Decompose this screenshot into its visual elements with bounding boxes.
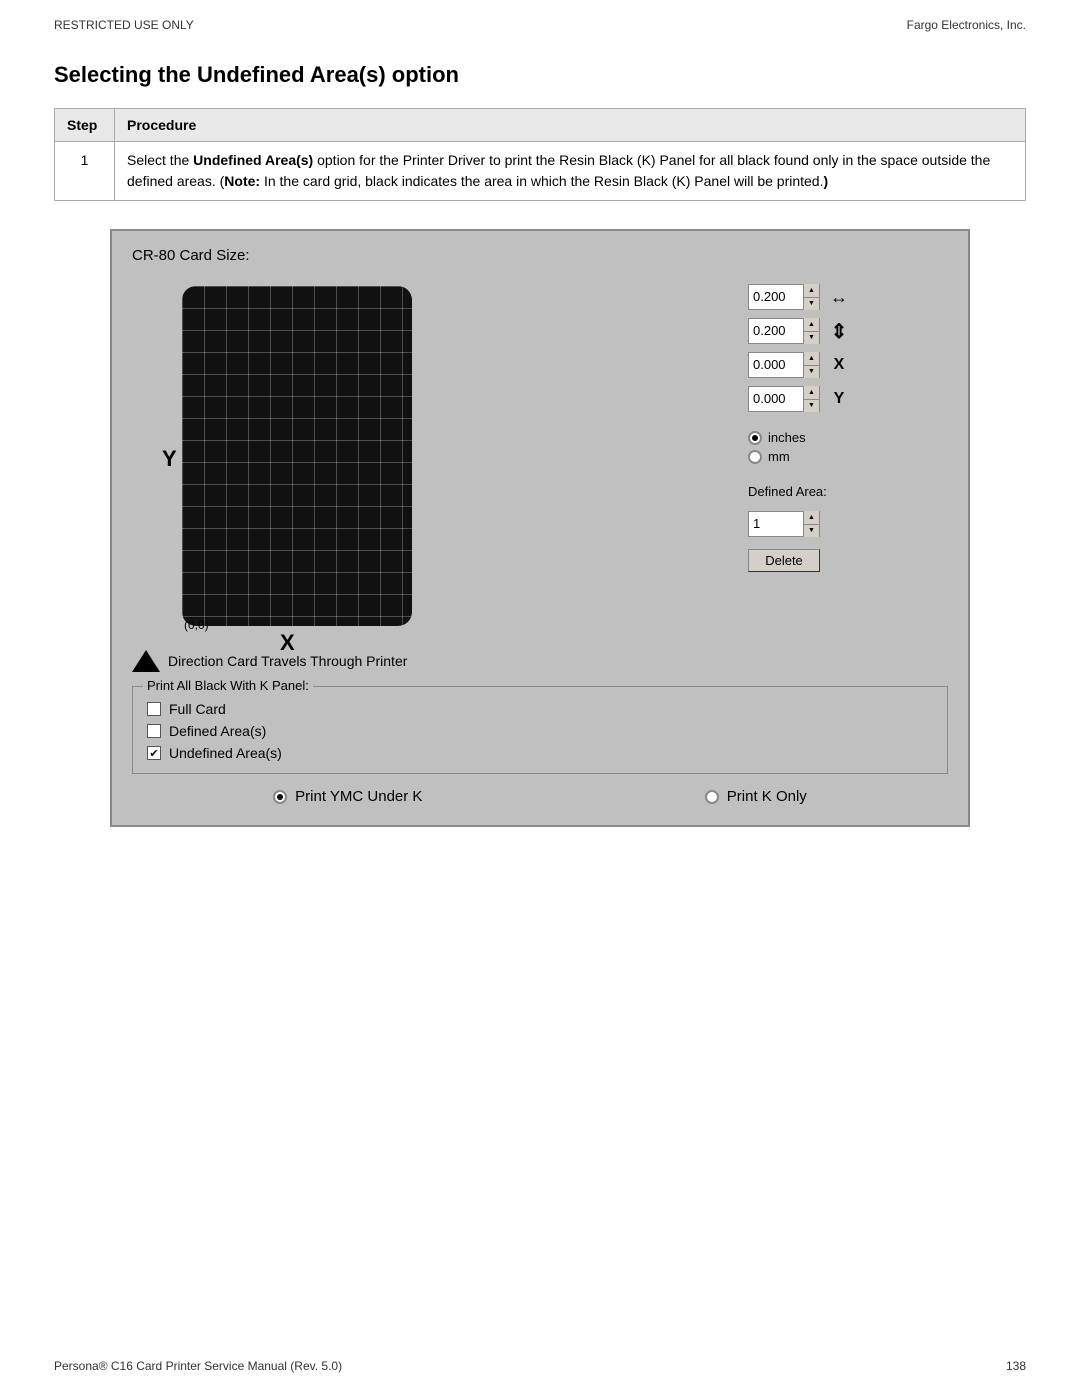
defined-areas-label: Defined Area(s) bbox=[169, 723, 266, 739]
ui-screenshot-box: CR-80 Card Size: Y X (0,0) Direction Car… bbox=[110, 229, 970, 827]
step-procedure: Select the Undefined Area(s) option for … bbox=[115, 142, 1026, 201]
height-spinbox-row: 0.200 ▲ ▼ ⇕ bbox=[748, 318, 948, 344]
height-down-btn[interactable]: ▼ bbox=[804, 332, 819, 345]
print-k-only-radio-btn[interactable] bbox=[705, 790, 719, 804]
defined-area-down-btn[interactable]: ▼ bbox=[804, 525, 819, 538]
width-spinbox-arrows[interactable]: ▲ ▼ bbox=[803, 284, 819, 310]
table-row: 1 Select the Undefined Area(s) option fo… bbox=[55, 142, 1026, 201]
page-title: Selecting the Undefined Area(s) option bbox=[54, 62, 1026, 88]
undefined-areas-label: Undefined Area(s) bbox=[169, 745, 282, 761]
defined-areas-checkbox[interactable] bbox=[147, 724, 161, 738]
defined-area-label: Defined Area: bbox=[748, 484, 948, 499]
width-value: 0.200 bbox=[749, 284, 803, 310]
print-ymc-label: Print YMC Under K bbox=[295, 788, 422, 805]
print-ymc-radio-btn[interactable] bbox=[273, 790, 287, 804]
direction-row: Direction Card Travels Through Printer bbox=[132, 650, 728, 672]
x-icon: X bbox=[826, 356, 852, 374]
defined-areas-checkbox-row[interactable]: Defined Area(s) bbox=[147, 723, 933, 739]
x-spinbox-arrows[interactable]: ▲ ▼ bbox=[803, 352, 819, 378]
x-spinbox[interactable]: 0.000 ▲ ▼ bbox=[748, 352, 820, 378]
mm-radio-btn[interactable] bbox=[748, 450, 762, 464]
y-up-btn[interactable]: ▲ bbox=[804, 386, 819, 400]
defined-area-spinbox[interactable]: 1 ▲ ▼ bbox=[748, 511, 820, 537]
bottom-radio-row: Print YMC Under K Print K Only bbox=[132, 788, 948, 805]
width-up-btn[interactable]: ▲ bbox=[804, 284, 819, 298]
height-value: 0.200 bbox=[749, 318, 803, 344]
defined-area-spinbox-row: 1 ▲ ▼ bbox=[748, 511, 948, 537]
footer-right: 138 bbox=[1006, 1359, 1026, 1373]
defined-area-arrows[interactable]: ▲ ▼ bbox=[803, 511, 819, 537]
print-black-legend: Print All Black With K Panel: bbox=[143, 678, 313, 693]
height-spinbox[interactable]: 0.200 ▲ ▼ bbox=[748, 318, 820, 344]
y-down-btn[interactable]: ▼ bbox=[804, 400, 819, 413]
full-card-checkbox[interactable] bbox=[147, 702, 161, 716]
x-value: 0.000 bbox=[749, 352, 803, 378]
footer-left: Persona® C16 Card Printer Service Manual… bbox=[54, 1359, 342, 1373]
table-header-procedure: Procedure bbox=[115, 109, 1026, 142]
print-k-only-label: Print K Only bbox=[727, 788, 807, 805]
y-spinbox-row: 0.000 ▲ ▼ Y bbox=[748, 386, 948, 412]
mm-label: mm bbox=[768, 449, 790, 464]
inches-radio-btn[interactable] bbox=[748, 431, 762, 445]
ui-box-title: CR-80 Card Size: bbox=[132, 247, 948, 264]
height-spinbox-arrows[interactable]: ▲ ▼ bbox=[803, 318, 819, 344]
x-up-btn[interactable]: ▲ bbox=[804, 352, 819, 366]
header-right: Fargo Electronics, Inc. bbox=[907, 18, 1026, 32]
unit-radio-group: inches mm bbox=[748, 430, 948, 464]
print-ymc-radio-item[interactable]: Print YMC Under K bbox=[273, 788, 422, 805]
undefined-areas-checkbox-row[interactable]: ✔ Undefined Area(s) bbox=[147, 745, 933, 761]
full-card-checkbox-row[interactable]: Full Card bbox=[147, 701, 933, 717]
x-spinbox-row: 0.000 ▲ ▼ X bbox=[748, 352, 948, 378]
mm-radio-row[interactable]: mm bbox=[748, 449, 948, 464]
print-k-only-radio-item[interactable]: Print K Only bbox=[705, 788, 807, 805]
defined-area-up-btn[interactable]: ▲ bbox=[804, 511, 819, 525]
y-spinbox[interactable]: 0.000 ▲ ▼ bbox=[748, 386, 820, 412]
y-axis-label: Y bbox=[162, 446, 177, 472]
width-down-btn[interactable]: ▼ bbox=[804, 298, 819, 311]
undefined-areas-checkbox[interactable]: ✔ bbox=[147, 746, 161, 760]
card-grid bbox=[182, 286, 412, 626]
card-grid-area: Y X (0,0) Direction Card Travels Through… bbox=[132, 276, 728, 672]
x-down-btn[interactable]: ▼ bbox=[804, 366, 819, 379]
full-card-label: Full Card bbox=[169, 701, 226, 717]
y-spinbox-arrows[interactable]: ▲ ▼ bbox=[803, 386, 819, 412]
height-up-btn[interactable]: ▲ bbox=[804, 318, 819, 332]
defined-area-value: 1 bbox=[749, 511, 803, 537]
height-icon: ⇕ bbox=[826, 319, 852, 344]
width-icon: ↔ bbox=[826, 287, 852, 308]
y-icon: Y bbox=[826, 390, 852, 408]
procedure-table: Step Procedure 1 Select the Undefined Ar… bbox=[54, 108, 1026, 201]
controls-area: 0.200 ▲ ▼ ↔ 0.200 ▲ ▼ bbox=[748, 276, 948, 572]
table-header-step: Step bbox=[55, 109, 115, 142]
up-arrow-icon bbox=[132, 650, 160, 672]
step-number: 1 bbox=[55, 142, 115, 201]
inches-label: inches bbox=[768, 430, 806, 445]
print-black-section: Print All Black With K Panel: Full Card … bbox=[132, 686, 948, 774]
width-spinbox[interactable]: 0.200 ▲ ▼ bbox=[748, 284, 820, 310]
origin-label: (0,0) bbox=[184, 618, 728, 632]
direction-text: Direction Card Travels Through Printer bbox=[168, 653, 407, 669]
y-value: 0.000 bbox=[749, 386, 803, 412]
inches-radio-row[interactable]: inches bbox=[748, 430, 948, 445]
header-left: RESTRICTED USE ONLY bbox=[54, 18, 194, 32]
width-spinbox-row: 0.200 ▲ ▼ ↔ bbox=[748, 284, 948, 310]
delete-button[interactable]: Delete bbox=[748, 549, 820, 572]
